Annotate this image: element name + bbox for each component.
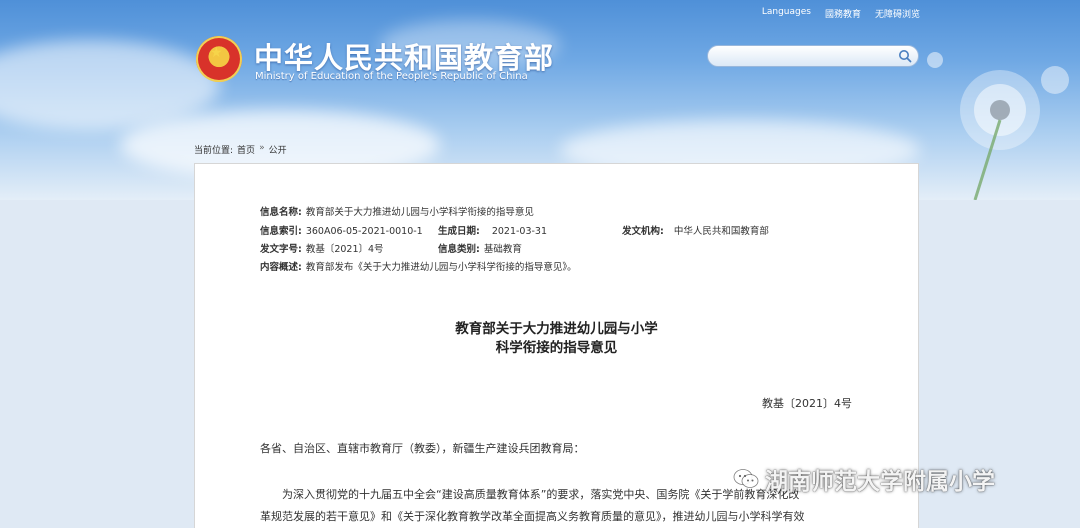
wechat-watermark: 湖南师范大学附属小学	[733, 462, 995, 496]
meta-key: 生成日期:	[438, 226, 480, 237]
meta-date: 生成日期: 2021-03-31	[438, 223, 547, 237]
top-links: Languages 國務教育 无障碍浏览	[762, 7, 920, 20]
site-subtitle: Ministry of Education of the People's Re…	[255, 71, 528, 82]
meta-name: 信息名称: 教育部关于大力推进幼儿园与小学科学衔接的指导意见	[260, 204, 534, 218]
breadcrumb-public[interactable]: 公开	[269, 143, 287, 156]
meta-key: 内容概述:	[260, 262, 302, 273]
meta-value: 教育部关于大力推进幼儿园与小学科学衔接的指导意见	[305, 207, 534, 218]
breadcrumb-home[interactable]: 首页	[237, 143, 255, 156]
meta-key: 发文字号:	[260, 244, 302, 255]
meta-key: 信息索引:	[260, 226, 302, 237]
top-link-accessibility[interactable]: 无障碍浏览	[875, 7, 920, 20]
top-link-languages[interactable]: Languages	[762, 7, 811, 20]
document-title-line2: 科学衔接的指导意见	[495, 340, 618, 356]
meta-key: 信息类别:	[438, 244, 480, 255]
meta-value: 360A06-05-2021-0010-1	[305, 226, 423, 237]
document-title-line1: 教育部关于大力推进幼儿园与小学	[455, 321, 658, 337]
meta-org: 发文机构: 中华人民共和国教育部	[622, 223, 769, 237]
breadcrumb-separator: »	[259, 143, 265, 153]
watermark-text: 湖南师范大学附属小学	[765, 469, 995, 495]
meta-key: 发文机构:	[622, 226, 664, 237]
meta-value: 教基〔2021〕4号	[305, 244, 384, 255]
salutation: 各省、自治区、直辖市教育厅（教委），新疆生产建设兵团教育局：	[260, 442, 585, 455]
meta-category: 信息类别: 基础教育	[438, 241, 522, 255]
wechat-icon	[733, 469, 759, 488]
meta-index: 信息索引: 360A06-05-2021-0010-1	[260, 223, 423, 237]
meta-summary: 内容概述: 教育部发布《关于大力推进幼儿园与小学科学衔接的指导意见》。	[260, 259, 577, 273]
search-input[interactable]	[707, 45, 919, 67]
breadcrumb-label: 当前位置:	[194, 146, 234, 156]
document-number: 教基〔2021〕4号	[762, 397, 852, 410]
meta-value: 中华人民共和国教育部	[673, 226, 769, 237]
breadcrumb: 当前位置: 首页 » 公开	[194, 143, 287, 156]
paragraph-line: 革规范发展的若干意见》和《关于深化教育教学改革全面提高义务教育质量的意见》，推进…	[260, 510, 805, 523]
meta-value: 基础教育	[483, 244, 522, 255]
top-link-gov-education[interactable]: 國務教育	[825, 7, 861, 20]
paragraph-line: 为深入贯彻党的十九届五中全会“建设高质量教育体系”的要求，落实党中央、国务院《关…	[282, 488, 800, 501]
dandelion-decoration	[927, 52, 1069, 200]
meta-value: 2021-03-31	[491, 226, 548, 237]
national-emblem-icon: ★	[196, 36, 242, 82]
meta-key: 信息名称:	[260, 207, 302, 218]
meta-value: 教育部发布《关于大力推进幼儿园与小学科学衔接的指导意见》。	[305, 262, 577, 273]
meta-doc-number: 发文字号: 教基〔2021〕4号	[260, 241, 384, 255]
